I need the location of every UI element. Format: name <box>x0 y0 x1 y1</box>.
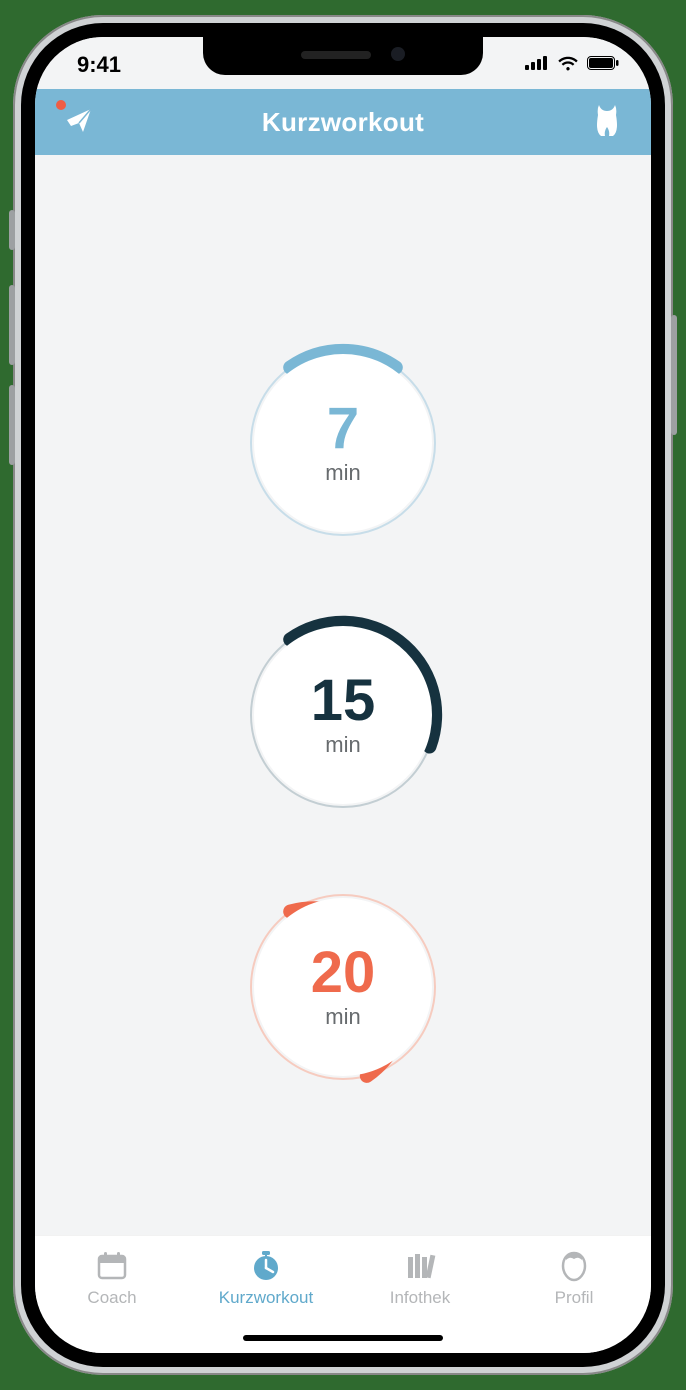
silence-switch <box>9 210 15 250</box>
tab-infothek[interactable]: Infothek <box>343 1248 497 1308</box>
status-time: 9:41 <box>77 48 121 78</box>
tab-kurzworkout[interactable]: Kurzworkout <box>189 1248 343 1308</box>
page-title: Kurzworkout <box>262 107 424 138</box>
body-overview-button[interactable] <box>587 102 627 142</box>
stopwatch-icon <box>249 1248 283 1284</box>
status-icons <box>525 51 619 76</box>
volume-down-button <box>9 385 15 465</box>
volume-up-button <box>9 285 15 365</box>
workout-inner: 15 min <box>254 626 432 804</box>
workout-unit: min <box>325 460 360 486</box>
app-header: Kurzworkout <box>35 89 651 155</box>
send-button[interactable] <box>59 102 99 142</box>
workout-unit: min <box>325 732 360 758</box>
home-indicator[interactable] <box>243 1335 443 1341</box>
profile-icon <box>557 1248 591 1284</box>
paper-plane-icon <box>64 105 94 140</box>
library-icon <box>403 1248 437 1284</box>
battery-icon <box>587 56 619 75</box>
workout-option-15min[interactable]: 15 min <box>238 610 448 820</box>
tab-label: Kurzworkout <box>219 1288 313 1308</box>
notification-dot <box>56 100 66 110</box>
screen: 9:41 <box>35 37 651 1353</box>
workout-inner: 20 min <box>254 898 432 1076</box>
workout-unit: min <box>325 1004 360 1030</box>
workout-option-7min[interactable]: 7 min <box>238 338 448 548</box>
tab-coach[interactable]: Coach <box>35 1248 189 1308</box>
calendar-icon <box>95 1248 129 1284</box>
power-button <box>671 315 677 435</box>
workout-list: 7 min 15 min <box>35 155 651 1235</box>
tab-label: Coach <box>87 1288 136 1308</box>
torso-icon <box>593 103 621 142</box>
notch <box>203 37 483 75</box>
workout-value: 15 <box>311 672 376 730</box>
tab-label: Profil <box>555 1288 594 1308</box>
tab-label: Infothek <box>390 1288 451 1308</box>
workout-value: 7 <box>327 400 359 458</box>
phone-frame: 9:41 <box>13 15 673 1375</box>
workout-value: 20 <box>311 944 376 1002</box>
wifi-icon <box>557 55 579 76</box>
workout-inner: 7 min <box>254 354 432 532</box>
workout-option-20min[interactable]: 20 min <box>238 882 448 1092</box>
cellular-icon <box>525 56 549 75</box>
tab-profil[interactable]: Profil <box>497 1248 651 1308</box>
